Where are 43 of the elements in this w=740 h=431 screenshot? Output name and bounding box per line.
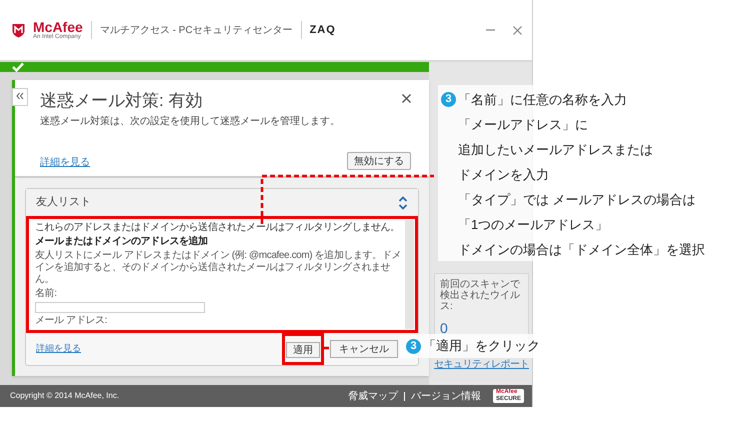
details-link[interactable]: 詳細を見る [40, 155, 90, 170]
panel-description: 迷惑メール対策は、次の設定を使用して迷惑メールを管理します。 [40, 114, 341, 128]
instruction-text: 「1つのメールアドレス」 [458, 216, 608, 234]
instruction-text: 「適用」をクリック [423, 337, 540, 356]
field-label: 名前: [35, 288, 58, 300]
footer-link[interactable]: 脅威マップ [348, 388, 398, 404]
shield-logo-icon [12, 22, 25, 38]
disable-button[interactable]: 無効にする [347, 152, 411, 170]
instruction-text: 「名前」に任意の名称を入力 [458, 90, 627, 109]
collapse-chevron-icon[interactable] [398, 196, 408, 210]
section-title: 友人リスト [36, 195, 91, 210]
apply-button[interactable]: 適用 [286, 342, 320, 358]
close-icon[interactable] [402, 94, 411, 103]
step-badge: 3 [406, 338, 421, 354]
security-report-link[interactable]: セキュリティレポート [434, 357, 529, 372]
partner-logo: ZAQ [310, 22, 336, 38]
footer-link[interactable]: バージョン情報 [410, 388, 481, 404]
product-name: マルチアクセス - PCセキュリティセンター [100, 24, 293, 38]
double-chevron-icon [16, 92, 24, 100]
minimize-icon[interactable] [486, 29, 495, 31]
details-link[interactable]: 詳細を見る [36, 342, 81, 356]
intro-text: これらのアドレスまたはドメインから送信されたメールはフィルタリングしません。 [35, 222, 401, 234]
section-header[interactable]: 友人リスト [26, 189, 418, 216]
section-heading: メールまたはドメインのアドレスを追加 [35, 236, 209, 248]
scan-label: 前回のスキャンで検出されたウイルス: [440, 279, 521, 312]
name-input-field[interactable] [35, 302, 205, 313]
back-tab[interactable] [12, 88, 28, 106]
checkmark-icon [12, 62, 24, 72]
field-label: メール アドレス: [35, 315, 108, 327]
instruction-text: 「タイプ」では メールアドレスの場合は [458, 190, 696, 209]
copyright-text: Copyright © 2014 McAfee, Inc. [10, 390, 120, 402]
instruction-text: ドメインを入力 [458, 166, 549, 184]
virus-count: 0 [440, 319, 449, 338]
close-icon[interactable] [513, 26, 522, 34]
brand-name: McAfee [33, 20, 83, 34]
panel-title: 迷惑メール対策: 有効 [40, 90, 202, 112]
instruction-text: ドメインの場合は「ドメイン全体」を選択 [458, 240, 705, 259]
instruction-text: 「メールアドレス」に [458, 116, 588, 134]
instruction-text: 追加したいメールアドレスまたは [458, 140, 653, 159]
scrollbar[interactable] [405, 220, 414, 329]
cancel-button[interactable]: キャンセル [330, 340, 398, 358]
step-badge: 3 [441, 92, 456, 107]
description-text: 友人リストにメール アドレスまたはドメイン (例: @mcafee.com) を追加します。ドメインを追加すると、そのドメインから送信されたメールはフィルタリングされません。 [35, 250, 402, 286]
